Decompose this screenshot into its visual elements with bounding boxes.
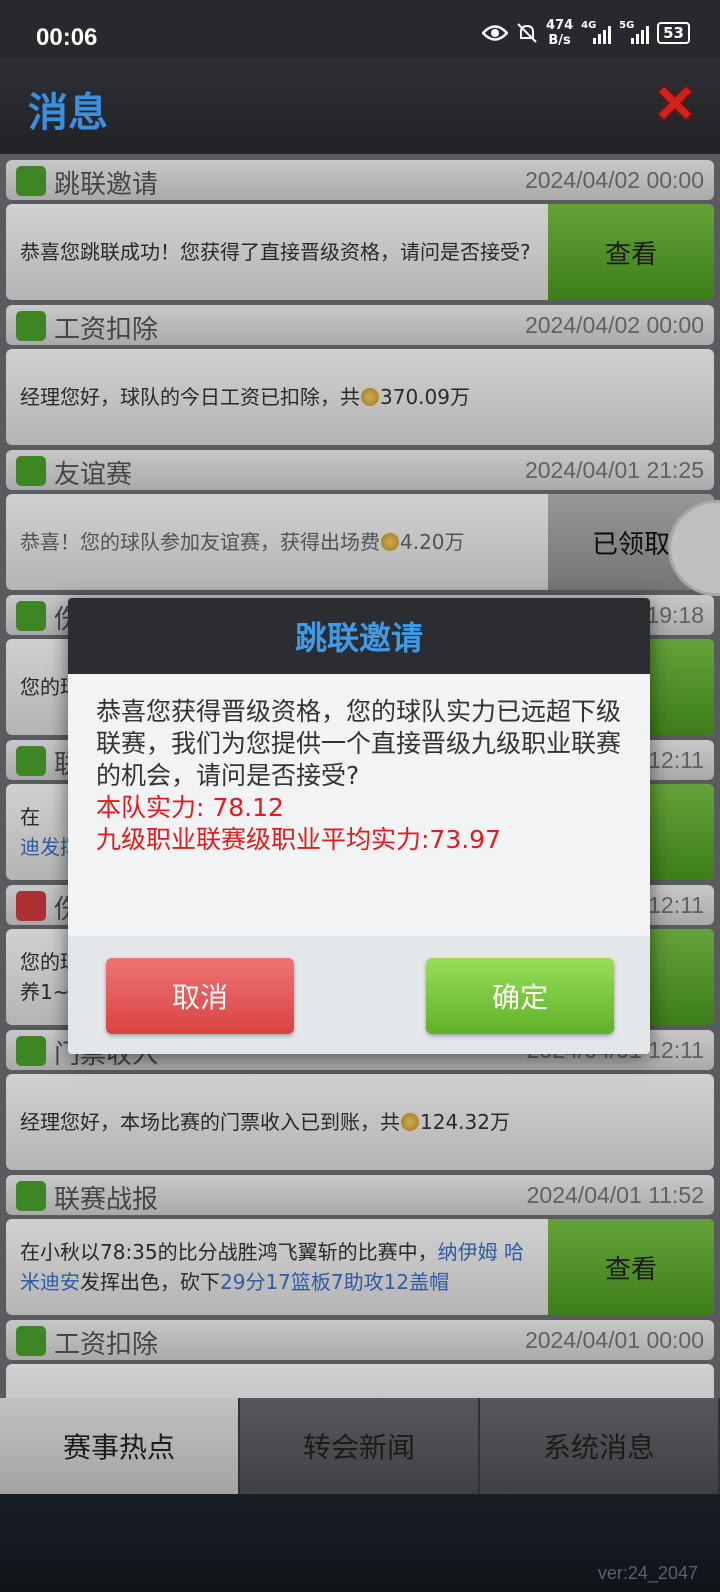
invite-dialog: 跳联邀请 恭喜您获得晋级资格，您的球队实力已远超下级联赛，我们为您提供一个直接晋… [68, 598, 650, 1054]
battery-icon: 53 [657, 22, 690, 44]
dialog-message: 恭喜您获得晋级资格，您的球队实力已远超下级联赛，我们为您提供一个直接晋级九级职业… [96, 697, 622, 790]
dialog-body: 恭喜您获得晋级资格，您的球队实力已远超下级联赛，我们为您提供一个直接晋级九级职业… [68, 674, 650, 936]
app-header: 消息 [0, 58, 720, 154]
team-strength: 本队实力: 78.12 [96, 793, 284, 822]
signal-5g-icon: 5G [619, 20, 650, 44]
status-bar: 00:06 474 B/s 4G 5G 53 [0, 0, 720, 58]
net-speed: 474 B/s [546, 18, 573, 48]
status-icons: 474 B/s 4G 5G 53 [481, 18, 690, 48]
signal-4g-icon: 4G [581, 20, 612, 44]
league-strength: 九级职业联赛级职业平均实力:73.97 [96, 825, 501, 854]
status-time: 00:06 [36, 24, 98, 51]
signal-5g-label: 5G [619, 20, 635, 31]
close-icon[interactable] [652, 82, 698, 128]
signal-4g-label: 4G [581, 20, 597, 31]
mute-icon [517, 23, 537, 43]
page-title: 消息 [28, 90, 108, 136]
confirm-button[interactable]: 确定 [426, 958, 614, 1034]
net-speed-value: 474 [545, 18, 574, 33]
eye-icon [481, 25, 508, 41]
dialog-footer: 取消 确定 [68, 936, 650, 1054]
net-speed-unit: B/s [548, 33, 571, 48]
dialog-title: 跳联邀请 [68, 598, 650, 674]
cancel-button[interactable]: 取消 [106, 958, 294, 1034]
